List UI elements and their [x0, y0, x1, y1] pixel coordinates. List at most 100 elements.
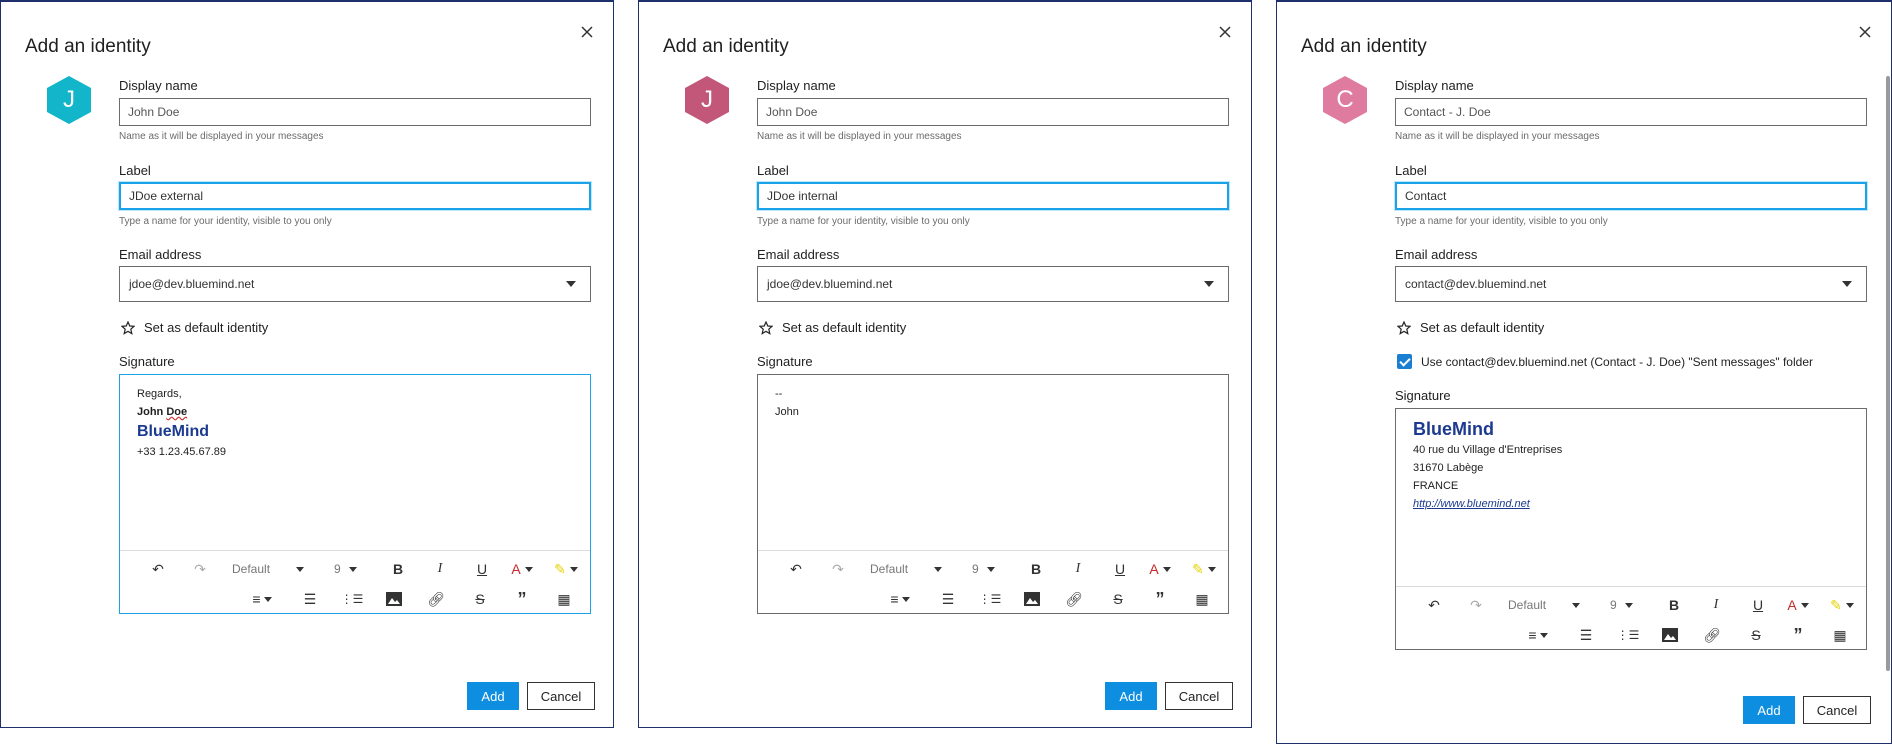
- text-color-icon[interactable]: A: [510, 557, 534, 581]
- redo-icon[interactable]: ↷: [188, 557, 212, 581]
- image-icon[interactable]: [382, 587, 406, 611]
- signature-brand: BlueMind: [1413, 419, 1494, 439]
- highlight-icon[interactable]: ✎: [1192, 557, 1216, 581]
- font-size-select[interactable]: 9: [972, 562, 995, 576]
- cancel-button[interactable]: Cancel: [1803, 696, 1871, 724]
- undo-icon[interactable]: ↶: [784, 557, 808, 581]
- font-family-select[interactable]: Default: [1508, 598, 1581, 612]
- sent-folder-label: Use contact@dev.bluemind.net (Contact - …: [1421, 354, 1813, 369]
- link-icon[interactable]: 🔗︎: [1700, 623, 1724, 647]
- editor-toolbar: ↶ ↷ Default 9 B I U A ✎ ≡ ☰ ⋮☰ 🔗︎ S ” ▦: [758, 550, 1228, 613]
- quote-icon[interactable]: ”: [1148, 587, 1172, 611]
- cancel-button[interactable]: Cancel: [1165, 682, 1233, 710]
- bold-icon[interactable]: B: [1024, 557, 1048, 581]
- signature-link[interactable]: http://www.bluemind.net: [1413, 495, 1856, 513]
- default-identity-toggle[interactable]: Set as default identity: [121, 320, 268, 335]
- email-label: Email address: [119, 247, 202, 262]
- italic-icon[interactable]: I: [1066, 557, 1090, 581]
- close-icon[interactable]: [579, 24, 595, 40]
- underline-icon[interactable]: U: [470, 557, 494, 581]
- table-icon[interactable]: ▦: [1828, 623, 1852, 647]
- bullet-list-icon[interactable]: ☰: [298, 587, 322, 611]
- bullet-list-icon[interactable]: ☰: [936, 587, 960, 611]
- font-family-select[interactable]: Default: [870, 562, 943, 576]
- display-name-input[interactable]: [119, 98, 591, 126]
- quote-icon[interactable]: ”: [510, 587, 534, 611]
- display-name-input[interactable]: [757, 98, 1229, 126]
- signature-editor[interactable]: -- John ↶ ↷ Default 9 B I U A ✎ ≡ ☰ ⋮☰ 🔗…: [757, 374, 1229, 614]
- italic-icon[interactable]: I: [428, 557, 452, 581]
- underline-icon[interactable]: U: [1746, 593, 1770, 617]
- underline-icon[interactable]: U: [1108, 557, 1132, 581]
- close-icon[interactable]: [1857, 24, 1873, 40]
- strikethrough-icon[interactable]: S: [1744, 623, 1768, 647]
- bullet-list-icon[interactable]: ☰: [1574, 623, 1598, 647]
- align-icon[interactable]: ≡: [888, 587, 912, 611]
- star-icon: [1397, 320, 1411, 335]
- display-name-hint: Name as it will be displayed in your mes…: [1395, 131, 1600, 142]
- label-input[interactable]: [757, 182, 1229, 210]
- default-identity-toggle[interactable]: Set as default identity: [759, 320, 906, 335]
- table-icon[interactable]: ▦: [1190, 587, 1214, 611]
- signature-editor[interactable]: BlueMind 40 rue du Village d'Entreprises…: [1395, 408, 1867, 650]
- text-color-icon[interactable]: A: [1148, 557, 1172, 581]
- email-select-value: jdoe@dev.bluemind.net: [767, 277, 893, 291]
- numbered-list-icon[interactable]: ⋮☰: [978, 587, 1002, 611]
- signature-line: Regards,: [137, 388, 182, 400]
- font-family-select[interactable]: Default: [232, 562, 305, 576]
- add-identity-dialog-3: Add an identity C Display name Name as i…: [1276, 0, 1892, 744]
- undo-icon[interactable]: ↶: [1422, 593, 1446, 617]
- close-icon[interactable]: [1217, 24, 1233, 40]
- signature-content[interactable]: -- John: [775, 385, 1218, 421]
- redo-icon[interactable]: ↷: [1464, 593, 1488, 617]
- signature-label: Signature: [119, 354, 175, 369]
- align-icon[interactable]: ≡: [1526, 623, 1550, 647]
- signature-content[interactable]: BlueMind 40 rue du Village d'Entreprises…: [1413, 417, 1856, 513]
- redo-icon[interactable]: ↷: [826, 557, 850, 581]
- text-color-icon[interactable]: A: [1786, 593, 1810, 617]
- avatar: J: [45, 74, 93, 126]
- display-name-input[interactable]: [1395, 98, 1867, 126]
- link-icon[interactable]: 🔗︎: [1062, 587, 1086, 611]
- highlight-icon[interactable]: ✎: [554, 557, 578, 581]
- numbered-list-icon[interactable]: ⋮☰: [340, 587, 364, 611]
- bold-icon[interactable]: B: [1662, 593, 1686, 617]
- signature-editor[interactable]: Regards, John Doe BlueMind +33 1.23.45.6…: [119, 374, 591, 614]
- sent-folder-checkbox[interactable]: [1397, 354, 1412, 369]
- label-input[interactable]: [119, 182, 591, 210]
- cancel-button[interactable]: Cancel: [527, 682, 595, 710]
- signature-brand: BlueMind: [137, 423, 209, 440]
- scrollbar[interactable]: [1886, 76, 1890, 671]
- highlight-icon[interactable]: ✎: [1830, 593, 1854, 617]
- align-icon[interactable]: ≡: [250, 587, 274, 611]
- strikethrough-icon[interactable]: S: [468, 587, 492, 611]
- default-identity-toggle[interactable]: Set as default identity: [1397, 320, 1544, 335]
- add-identity-dialog-1: Add an identity J Display name Name as i…: [0, 0, 614, 728]
- email-select[interactable]: contact@dev.bluemind.net: [1395, 266, 1867, 302]
- strikethrough-icon[interactable]: S: [1106, 587, 1130, 611]
- email-select[interactable]: jdoe@dev.bluemind.net: [119, 266, 591, 302]
- email-label: Email address: [757, 247, 840, 262]
- numbered-list-icon[interactable]: ⋮☰: [1616, 623, 1640, 647]
- add-button[interactable]: Add: [1743, 696, 1795, 724]
- email-select[interactable]: jdoe@dev.bluemind.net: [757, 266, 1229, 302]
- default-identity-label: Set as default identity: [782, 320, 907, 335]
- label-input[interactable]: [1395, 182, 1867, 210]
- font-size-select[interactable]: 9: [334, 562, 357, 576]
- image-icon[interactable]: [1658, 623, 1682, 647]
- signature-content[interactable]: Regards, John Doe BlueMind +33 1.23.45.6…: [137, 385, 580, 461]
- avatar-letter: J: [63, 86, 75, 113]
- add-button[interactable]: Add: [467, 682, 519, 710]
- image-icon[interactable]: [1020, 587, 1044, 611]
- display-name-label: Display name: [1395, 78, 1474, 93]
- undo-icon[interactable]: ↶: [146, 557, 170, 581]
- table-icon[interactable]: ▦: [552, 587, 576, 611]
- bold-icon[interactable]: B: [386, 557, 410, 581]
- italic-icon[interactable]: I: [1704, 593, 1728, 617]
- display-name-hint: Name as it will be displayed in your mes…: [119, 131, 324, 142]
- add-button[interactable]: Add: [1105, 682, 1157, 710]
- chevron-down-icon: [566, 281, 576, 287]
- font-size-select[interactable]: 9: [1610, 598, 1633, 612]
- quote-icon[interactable]: ”: [1786, 623, 1810, 647]
- link-icon[interactable]: 🔗︎: [424, 587, 448, 611]
